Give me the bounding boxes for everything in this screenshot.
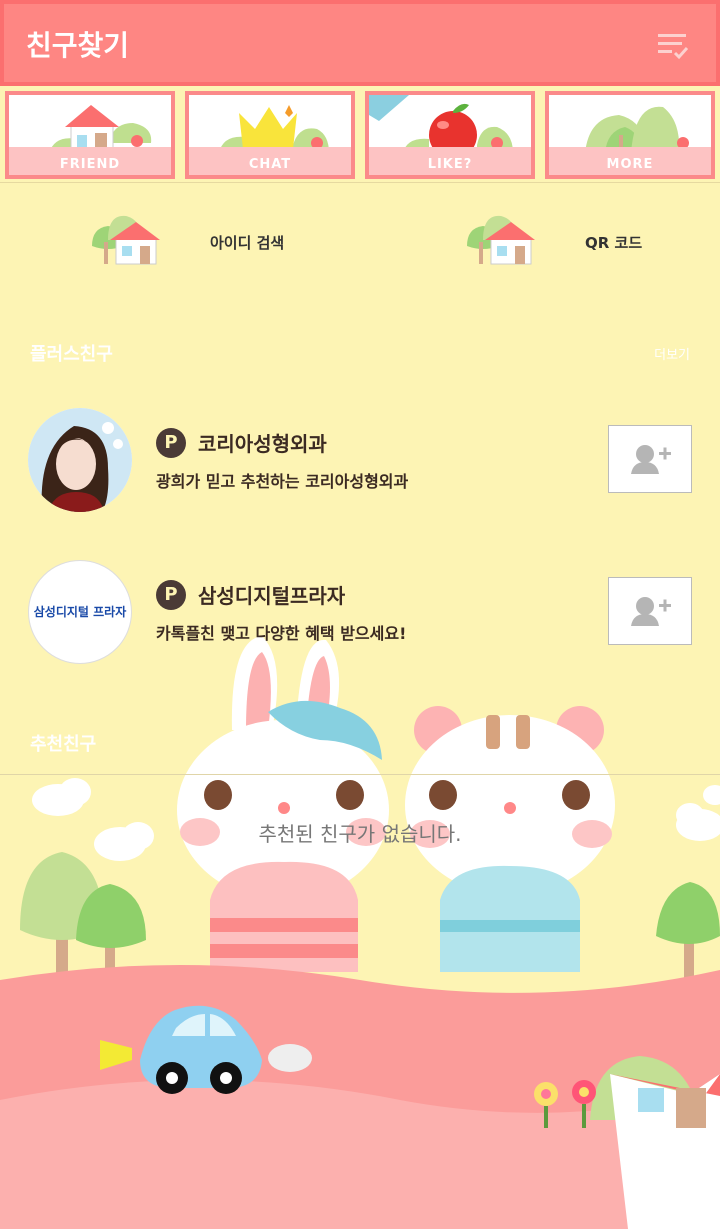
- add-user-icon: [631, 597, 671, 626]
- app-header: 친구찾기: [0, 0, 720, 86]
- house-icon: [92, 215, 160, 265]
- tab-label: FRIEND: [59, 157, 121, 172]
- checklist-menu-icon[interactable]: [656, 28, 690, 62]
- qr-code-button[interactable]: QR 코드: [465, 200, 720, 280]
- list-item[interactable]: P 코리아성형외과 광희가 믿고 추천하는 코리아성형외과: [0, 408, 720, 518]
- more-link[interactable]: 더보기: [654, 344, 690, 363]
- samsung-logo-text: 삼성디지털 프라자: [33, 605, 127, 619]
- recommended-friends-heading: 추천친구: [30, 734, 97, 755]
- plus-friends-heading: 플러스친구: [30, 344, 113, 365]
- tab-label: CHAT: [248, 157, 292, 172]
- tab-label: LIKE?: [427, 157, 473, 172]
- friend-name: 삼성디지털프라자: [198, 584, 346, 608]
- tab-friend[interactable]: FRIEND: [5, 91, 175, 179]
- avatar: [28, 408, 132, 512]
- tab-like[interactable]: LIKE?: [365, 91, 535, 179]
- page-title: 친구찾기: [26, 29, 130, 62]
- add-friend-button[interactable]: [608, 425, 692, 493]
- empty-state-message: 추천된 친구가 없습니다.: [258, 822, 462, 846]
- category-tabs: FRIEND CHAT LIKE? MORE: [0, 86, 720, 183]
- plus-friend-badge: P: [156, 428, 186, 458]
- id-search-label: 아이디 검색: [210, 234, 285, 252]
- id-search-button[interactable]: 아이디 검색: [90, 200, 390, 280]
- tab-chat[interactable]: CHAT: [185, 91, 355, 179]
- add-user-icon: [631, 445, 671, 474]
- tab-label: MORE: [606, 157, 654, 172]
- add-friend-button[interactable]: [608, 577, 692, 645]
- background-illustration: [0, 636, 720, 1229]
- house-icon: [467, 215, 535, 265]
- plus-friend-badge: P: [156, 580, 186, 610]
- divider: [0, 774, 720, 775]
- search-options: 아이디 검색 QR 코드: [0, 200, 720, 280]
- friend-description: 카톡플친 맺고 다양한 혜택 받으세요!: [156, 624, 407, 643]
- list-item[interactable]: 삼성디지털 프라자 P 삼성디지털프라자 카톡플친 맺고 다양한 혜택 받으세요…: [0, 560, 720, 670]
- friend-description: 광희가 믿고 추천하는 코리아성형외과: [156, 472, 409, 491]
- avatar: 삼성디지털 프라자: [28, 560, 132, 664]
- tab-more[interactable]: MORE: [545, 91, 715, 179]
- qr-code-label: QR 코드: [585, 234, 643, 252]
- friend-name: 코리아성형외과: [198, 432, 327, 456]
